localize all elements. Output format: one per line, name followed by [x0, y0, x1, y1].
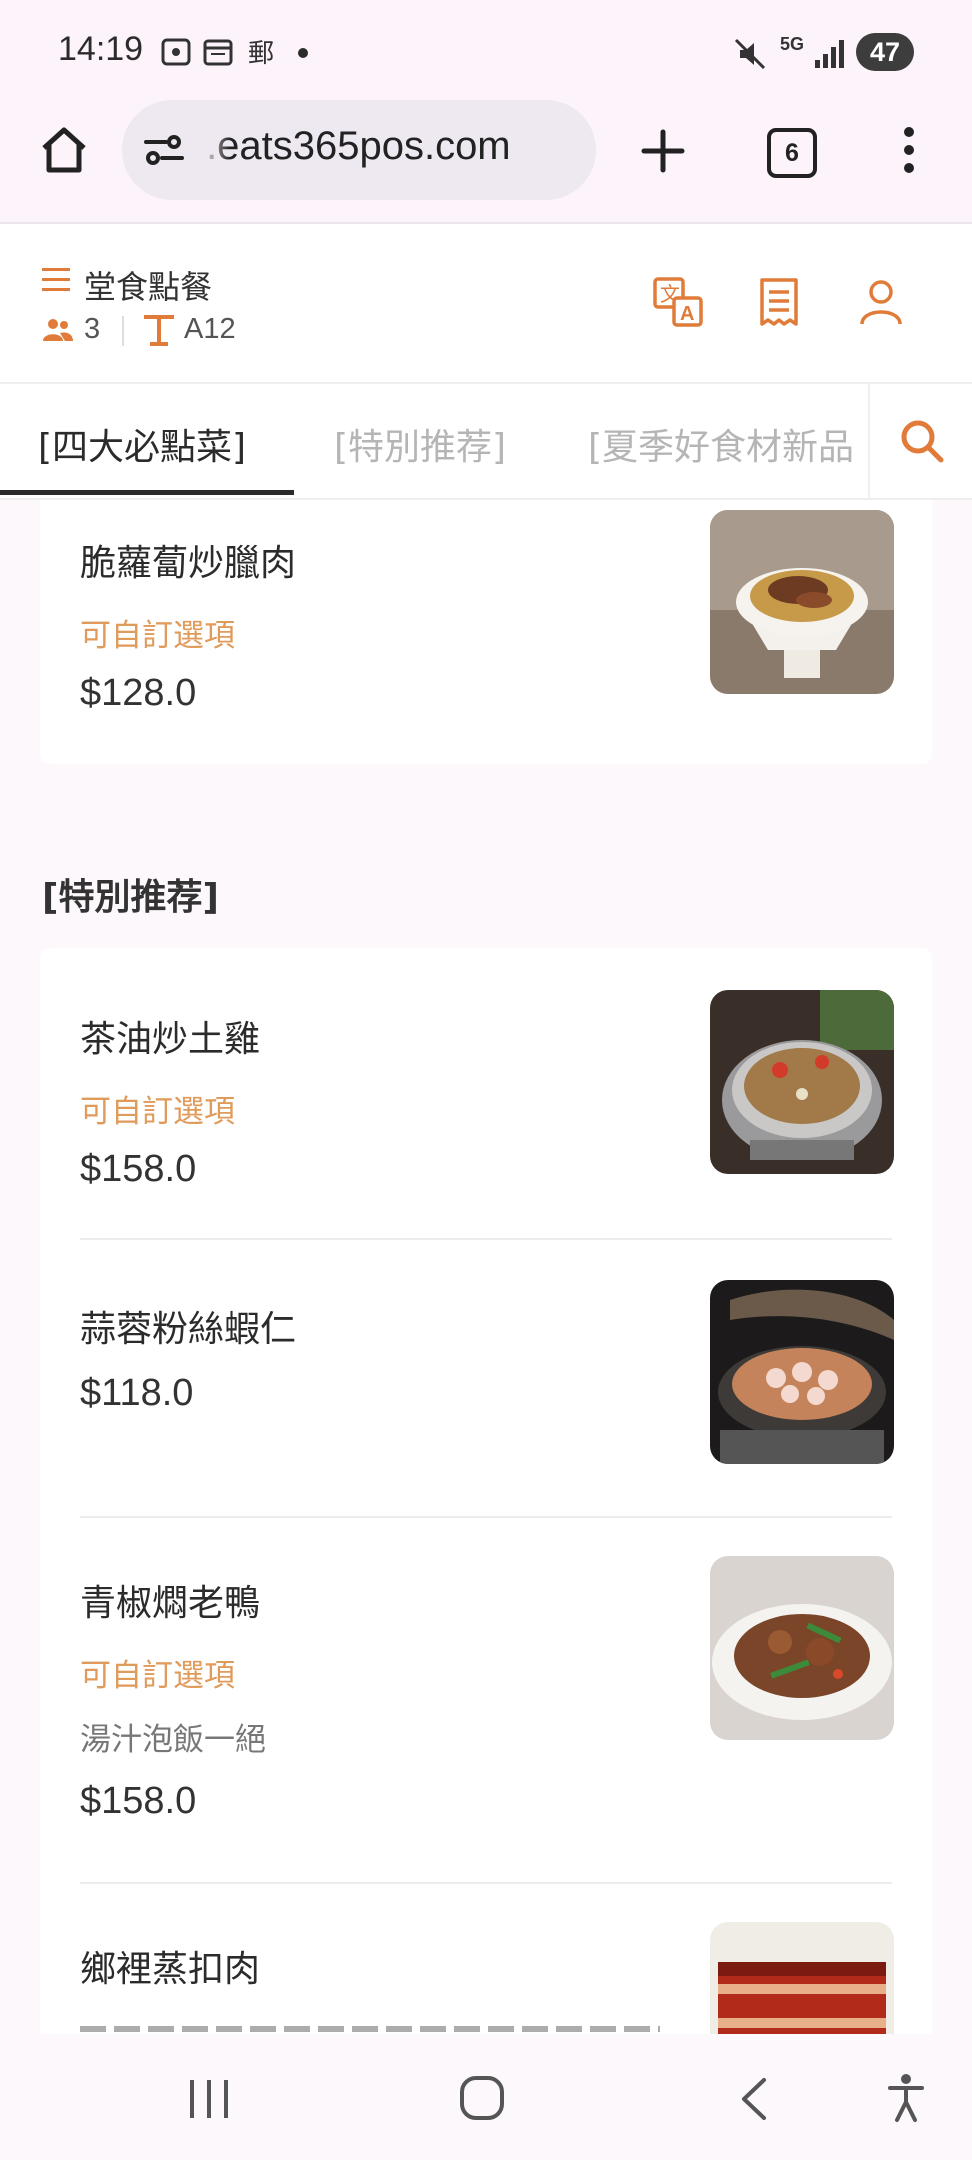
menu-item[interactable]: 脆蘿蔔炒臘肉 可自訂選項 $128.0 — [40, 500, 932, 764]
table-icon — [144, 315, 174, 346]
menu-list: 脆蘿蔔炒臘肉 可自訂選項 $128.0 [特別推荐] 茶油炒土雞 可自訂選項 $… — [0, 500, 972, 2034]
new-tab-icon[interactable] — [638, 126, 688, 176]
menu-item[interactable]: 蒜蓉粉絲蝦仁 $118.0 — [40, 1240, 932, 1516]
order-receipt-icon[interactable] — [758, 276, 800, 328]
url-text: .eats365pos.com — [206, 124, 511, 168]
recent-apps-icon[interactable] — [186, 2078, 232, 2120]
menu-section-card: 茶油炒土雞 可自訂選項 $158.0 蒜蓉粉絲蝦仁 $118.0 青椒燜老鴨 可… — [40, 948, 932, 2034]
item-customizable: 可自訂選項 — [80, 618, 235, 654]
system-nav-bar — [0, 2034, 972, 2160]
item-name: 脆蘿蔔炒臘肉 — [80, 543, 297, 584]
notification-dot — [298, 48, 308, 58]
search-icon — [901, 420, 944, 463]
table-number: A12 — [184, 313, 236, 345]
item-customizable: 可自訂選項 — [80, 1658, 235, 1694]
shrimp-claypot-photo — [710, 1280, 894, 1464]
menu-item[interactable]: 鄉裡蒸扣肉 — [40, 1884, 932, 2034]
item-name: 青椒燜老鴨 — [80, 1583, 261, 1624]
home-icon[interactable] — [36, 122, 92, 178]
browser-toolbar: .eats365pos.com 6 — [0, 100, 972, 224]
tab-switcher-button[interactable]: 6 — [767, 128, 817, 178]
guests-icon — [43, 319, 73, 341]
screenshot-icon — [161, 38, 191, 66]
item-description: 湯汁泡飯一絕 — [80, 1722, 266, 1758]
home-nav-icon[interactable] — [458, 2074, 506, 2122]
menu-card-top: 脆蘿蔔炒臘肉 可自訂選項 $128.0 — [40, 500, 932, 764]
item-name: 茶油炒土雞 — [80, 1019, 261, 1060]
menu-item[interactable]: 青椒燜老鴨 可自訂選項 湯汁泡飯一絕 $158.0 — [40, 1518, 932, 1882]
category-tabs: [四大必點菜] [特別推荐] [夏季好食材新品 — [0, 384, 972, 500]
menu-item[interactable]: 茶油炒土雞 可自訂選項 $158.0 — [40, 948, 932, 1238]
back-icon[interactable] — [736, 2076, 772, 2122]
account-icon[interactable] — [858, 278, 904, 326]
header-divider — [122, 316, 124, 346]
svg-text:郵: 郵 — [248, 39, 274, 68]
svg-text:A: A — [680, 303, 694, 325]
order-mode-title: 堂食點餐 — [84, 268, 213, 306]
item-customizable: 可自訂選項 — [80, 1094, 235, 1130]
app-header: 堂食點餐 3 A12 文 A — [0, 224, 972, 384]
site-settings-icon[interactable] — [142, 130, 186, 170]
tab-category-2[interactable]: [夏季好食材新品 — [588, 418, 854, 470]
translate-icon[interactable]: 文 A — [652, 276, 704, 328]
item-name: 蒜蓉粉絲蝦仁 — [80, 1309, 297, 1350]
url-fade — [202, 120, 230, 180]
item-description-clipped — [80, 2018, 660, 2032]
status-time: 14:19 — [58, 30, 144, 68]
accessibility-icon[interactable] — [886, 2072, 926, 2124]
more-menu-icon[interactable] — [894, 124, 924, 176]
item-price: $118.0 — [80, 1372, 194, 1414]
signal-icon — [815, 40, 844, 68]
active-tab-indicator — [0, 490, 294, 495]
status-bar: 14:19 郵 5G 47 — [0, 0, 972, 100]
stir-fried-dish-photo — [710, 510, 894, 694]
item-name: 鄉裡蒸扣肉 — [80, 1949, 261, 1990]
item-price: $158.0 — [80, 1780, 197, 1822]
mute-icon — [734, 38, 766, 70]
item-price: $128.0 — [80, 672, 197, 714]
pork-belly-photo — [710, 1922, 894, 2034]
section-title: [特別推荐] — [42, 877, 219, 918]
tab-category-0[interactable]: [四大必點菜] — [38, 418, 246, 470]
calendar-icon — [203, 39, 233, 66]
app-notification-icon: 郵 — [248, 39, 274, 68]
search-button[interactable] — [868, 384, 972, 498]
tab-category-1[interactable]: [特別推荐] — [334, 418, 506, 470]
address-bar[interactable]: .eats365pos.com — [122, 100, 596, 200]
battery-indicator: 47 — [856, 33, 914, 71]
duck-stew-photo — [710, 1556, 894, 1740]
chicken-pot-photo — [710, 990, 894, 1174]
menu-icon[interactable] — [42, 266, 72, 294]
network-type: 5G — [780, 34, 805, 54]
item-price: $158.0 — [80, 1148, 197, 1190]
guest-count: 3 — [84, 313, 101, 345]
